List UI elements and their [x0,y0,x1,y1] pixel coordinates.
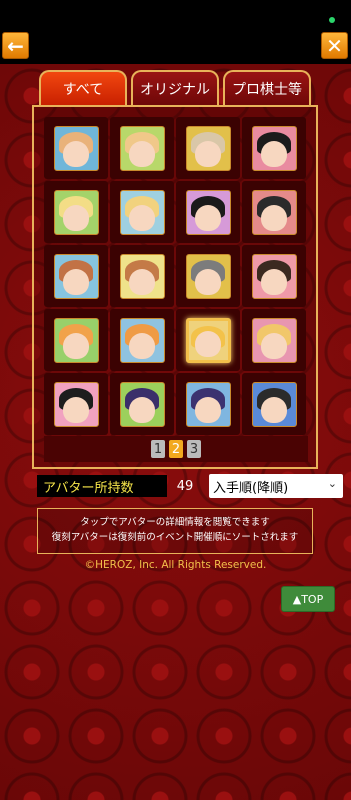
page-3-button[interactable]: 3 [187,440,201,458]
sort-selected-label: 入手順(降順) [213,480,289,496]
avatar-cell[interactable] [176,117,240,179]
info-box: タップでアバターの詳細情報を閲覧できます 復刻アバターは復刻前のイベント開催順に… [37,508,313,554]
avatar-cell[interactable] [242,245,306,307]
avatar-cell[interactable] [44,181,108,243]
avatar-count-row: アバター所持数 49 入手順(降順) ⌄ [37,474,343,499]
avatar-face-icon [129,140,155,167]
avatar-face-icon [261,396,287,423]
avatar-cell[interactable] [110,373,174,435]
avatar-cell[interactable] [176,373,240,435]
avatar-girl-orange-hair-2[interactable] [119,317,165,363]
avatar-count-label: アバター所持数 [37,475,167,497]
tab-all[interactable]: すべて [39,70,127,106]
avatar-cell[interactable] [110,309,174,371]
avatar-face-icon [261,140,287,167]
close-button[interactable]: ✕ [321,32,348,59]
avatar-grid [44,117,308,435]
avatar-face-icon [195,204,221,231]
avatar-cell[interactable] [176,309,240,371]
avatar-girl-purple-bg[interactable] [185,189,231,235]
top-bar [0,0,351,64]
avatar-man-glasses-blue[interactable] [251,381,297,427]
avatar-girl-pink-bg[interactable] [53,125,99,171]
avatar-girl-violet-hair-2[interactable] [185,381,231,427]
avatar-cell[interactable] [44,309,108,371]
page-1-button[interactable]: 1 [151,440,165,458]
tab-pro-shogi[interactable]: プロ棋士等 [223,70,311,106]
avatar-face-icon [195,268,221,295]
avatar-face-icon [261,204,287,231]
avatar-cell[interactable] [242,373,306,435]
arrow-left-icon: ← [7,33,24,58]
avatar-face-icon [261,332,287,359]
avatar-face-icon [261,268,287,295]
tab-original[interactable]: オリジナル [131,70,219,106]
avatar-girl-blonde-2[interactable] [119,189,165,235]
avatar-cell[interactable] [242,117,306,179]
avatar-cell[interactable] [44,373,108,435]
avatar-face-icon [63,332,89,359]
avatar-cell[interactable] [242,181,306,243]
copyright-text: ©HEROZ, Inc. All Rights Reserved. [84,559,267,571]
avatar-cell[interactable] [176,181,240,243]
avatar-face-icon [63,140,89,167]
avatar-face-icon [129,332,155,359]
avatar-face-icon [195,140,221,167]
avatar-face-icon [129,268,155,295]
avatar-cell[interactable] [176,245,240,307]
avatar-face-icon [195,396,221,423]
back-button[interactable]: ← [2,32,29,59]
avatar-panel: 1 2 3 [32,105,318,469]
sort-select[interactable]: 入手順(降順) ⌄ [209,474,343,498]
scroll-top-button[interactable]: ▲TOP [281,586,335,612]
avatar-girl-blonde-1[interactable] [53,189,99,235]
avatar-cell[interactable] [44,245,108,307]
avatar-girl-blonde-3[interactable] [251,317,297,363]
avatar-face-icon [63,268,89,295]
avatar-count-value: 49 [176,478,194,494]
avatar-girl-violet-hair-1[interactable] [119,381,165,427]
avatar-girl-dark-hair-badge[interactable] [53,381,99,427]
close-icon: ✕ [326,33,343,58]
avatar-face-icon [129,396,155,423]
avatar-cell[interactable] [110,245,174,307]
avatar-man-glasses[interactable] [251,189,297,235]
avatar-boy-pink-bg[interactable] [251,253,297,299]
avatar-face-icon [63,204,89,231]
info-line-2: 復刻アバターは復刻前のイベント開催順にソートされます [51,532,299,543]
avatar-man-grey-suit[interactable] [185,253,231,299]
avatar-face-icon [129,204,155,231]
avatar-girl-brown-hair-2[interactable] [119,253,165,299]
avatar-cell[interactable] [110,181,174,243]
category-tabs: すべて オリジナル プロ棋士等 [39,70,311,106]
avatar-cell[interactable] [110,117,174,179]
avatar-face-icon [195,330,221,357]
info-line-1: タップでアバターの詳細情報を閲覧できます [80,517,270,529]
pagination: 1 2 3 [44,436,308,462]
page-2-button[interactable]: 2 [169,440,183,458]
avatar-girl-brown-hair-1[interactable] [53,253,99,299]
avatar-girl-green-bg[interactable] [119,125,165,171]
avatar-cell[interactable] [242,309,306,371]
avatar-face-icon [63,396,89,423]
avatar-cell[interactable] [44,117,108,179]
chevron-down-icon: ⌄ [327,477,337,490]
avatar-girl-black-hair[interactable] [251,125,297,171]
avatar-girl-orange-hair-1[interactable] [53,317,99,363]
avatar-girl-blonde-selected[interactable] [185,317,231,363]
status-indicator-icon [329,17,335,23]
avatar-man-bald-suit[interactable] [185,125,231,171]
